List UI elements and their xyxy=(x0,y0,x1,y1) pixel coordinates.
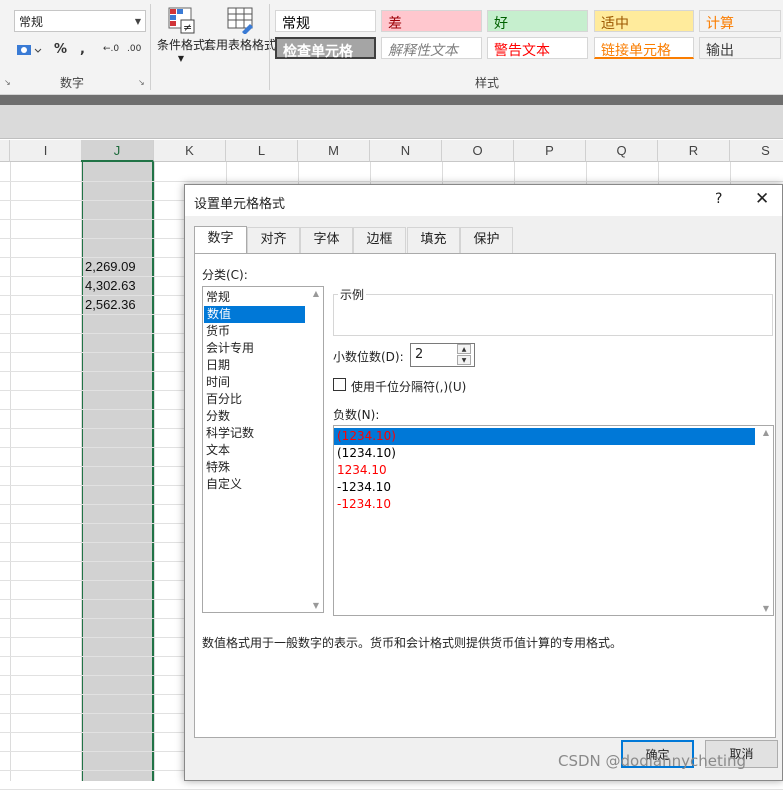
formula-bar-area xyxy=(0,105,783,139)
close-icon[interactable]: ✕ xyxy=(755,189,769,209)
dialog-titlebar: 设置单元格格式 ? ✕ xyxy=(185,185,782,216)
ribbon: 常规 ▼ % , ←.0 .00 数字 ↘ ↘ ≠ 条件格式 ▼ 套用表格格式 … xyxy=(0,0,783,95)
watermark: CSDN @dodiannycheting xyxy=(558,752,747,770)
category-item[interactable]: 数值 xyxy=(204,306,305,323)
cell-style-5[interactable]: 检查单元格 xyxy=(275,37,376,60)
format-cells-dialog: 设置单元格格式 ? ✕ 数字 对齐 字体 边框 填充 保护 分类(C): ▲ ▼ 常规 数值… xyxy=(184,184,783,781)
dialog-title: 设置单元格格式 xyxy=(194,197,286,212)
number-tab-panel: 分类(C): ▲ ▼ 常规 数值 货币 会计专用 日期 时间 百分比 分数 科学记数 文本 特殊 自定… xyxy=(194,253,776,738)
category-item[interactable]: 自定义 xyxy=(203,476,323,493)
scroll-down-icon[interactable]: ▼ xyxy=(310,601,322,610)
currency-format-button[interactable] xyxy=(16,42,42,62)
column-header-q[interactable]: Q xyxy=(586,140,658,162)
scroll-down-icon[interactable]: ▼ xyxy=(760,604,772,613)
styles-group-label: 样式 xyxy=(475,76,500,90)
category-item[interactable]: 时间 xyxy=(203,374,323,391)
negative-format-item[interactable]: -1234.10 xyxy=(334,496,755,513)
cell-style-1[interactable]: 差 xyxy=(381,10,482,32)
format-description: 数值格式用于一般数字的表示。货币和会计格式则提供货币值计算的专用格式。 xyxy=(202,636,623,650)
table-format-button[interactable]: 套用表格格式 xyxy=(202,6,278,52)
ribbon-bottom-band xyxy=(0,95,783,105)
tab-1[interactable]: 对齐 xyxy=(247,227,300,253)
spin-up-icon[interactable]: ▲ xyxy=(457,344,471,354)
cell-style-0[interactable]: 常规 xyxy=(275,10,376,32)
grid-vline xyxy=(81,162,82,781)
scroll-up-icon[interactable]: ▲ xyxy=(760,428,772,437)
comma-button[interactable]: , xyxy=(80,42,85,57)
thousands-separator-label: 使用千位分隔符(,)(U) xyxy=(351,380,467,394)
chevron-down-icon: ▼ xyxy=(134,17,141,26)
thousands-separator-checkbox[interactable] xyxy=(333,378,346,391)
cell-style-9[interactable]: 输出 xyxy=(699,37,781,59)
tab-5[interactable]: 保护 xyxy=(460,227,513,253)
category-item[interactable]: 日期 xyxy=(203,357,323,374)
column-header-m[interactable]: M xyxy=(298,140,370,162)
category-item[interactable]: 货币 xyxy=(203,323,323,340)
currency-icon xyxy=(17,45,42,55)
tab-0[interactable]: 数字 xyxy=(194,226,247,254)
category-item[interactable]: 科学记数 xyxy=(203,425,323,442)
negative-format-item[interactable]: (1234.10) xyxy=(334,445,755,462)
chevron-down-icon: ▼ xyxy=(177,54,185,63)
increase-decimal-button[interactable]: ←.0 xyxy=(103,44,119,54)
column-header-j[interactable]: J xyxy=(81,140,154,162)
help-icon[interactable]: ? xyxy=(715,191,722,207)
column-header-i[interactable]: I xyxy=(10,140,82,162)
grid-vline xyxy=(10,162,11,781)
negative-format-item[interactable]: 1234.10 xyxy=(334,462,755,479)
category-item[interactable]: 会计专用 xyxy=(203,340,323,357)
number-group-label: 数字 xyxy=(60,76,85,90)
cell-value[interactable]: 4,302.63 xyxy=(85,278,136,293)
grid-vline xyxy=(154,162,155,781)
column-header-r[interactable]: R xyxy=(658,140,730,162)
scroll-up-icon[interactable]: ▲ xyxy=(310,289,322,298)
column-header-n[interactable]: N xyxy=(370,140,442,162)
cell-style-6[interactable]: 解释性文本 xyxy=(381,37,482,59)
cell-value[interactable]: 2,562.36 xyxy=(85,297,136,312)
column-header-k[interactable]: K xyxy=(154,140,226,162)
negative-numbers-list[interactable]: ▲ ▼ (1234.10) (1234.10) 1234.10 -1234.10 -12… xyxy=(333,425,774,616)
sample-label: 示例 xyxy=(338,286,367,303)
ribbon-divider xyxy=(269,4,270,90)
category-item[interactable]: 特殊 xyxy=(203,459,323,476)
category-list[interactable]: ▲ ▼ 常规 数值 货币 会计专用 日期 时间 百分比 分数 科学记数 文本 特殊 自定义 xyxy=(202,286,324,613)
number-dialog-launcher-icon[interactable]: ↘ xyxy=(138,78,145,87)
column-header-p[interactable]: P xyxy=(514,140,586,162)
tab-2[interactable]: 字体 xyxy=(300,227,353,253)
negative-format-item[interactable]: (1234.10) xyxy=(334,428,755,445)
row-header-corner xyxy=(0,140,10,162)
tab-3[interactable]: 边框 xyxy=(353,227,406,253)
decimal-places-label: 小数位数(D): xyxy=(333,350,404,364)
grid-hline xyxy=(0,181,783,182)
svg-text:≠: ≠ xyxy=(183,21,192,34)
table-format-icon xyxy=(226,6,254,35)
category-item[interactable]: 百分比 xyxy=(203,391,323,408)
negative-format-item[interactable]: -1234.10 xyxy=(334,479,755,496)
spin-down-icon[interactable]: ▼ xyxy=(457,355,471,365)
category-label: 分类(C): xyxy=(202,268,248,282)
sample-box: 示例 xyxy=(333,286,773,336)
category-item[interactable]: 分数 xyxy=(203,408,323,425)
cell-style-7[interactable]: 警告文本 xyxy=(487,37,588,59)
number-format-value: 常规 xyxy=(19,15,44,29)
column-header-s[interactable]: S xyxy=(730,140,783,162)
category-item[interactable]: 常规 xyxy=(203,289,323,306)
table-format-label: 套用表格格式 xyxy=(203,38,276,52)
number-format-select[interactable]: 常规 ▼ xyxy=(14,10,146,32)
cell-style-8[interactable]: 链接单元格 xyxy=(594,37,694,59)
column-header-l[interactable]: L xyxy=(226,140,298,162)
column-header-o[interactable]: O xyxy=(442,140,514,162)
dialog-launcher-icon[interactable]: ↘ xyxy=(4,78,11,87)
decrease-decimal-button[interactable]: .00 xyxy=(127,44,141,54)
cell-value[interactable]: 2,269.09 xyxy=(85,259,136,274)
percent-button[interactable]: % xyxy=(54,42,67,57)
category-item[interactable]: 文本 xyxy=(203,442,323,459)
selected-column-j[interactable] xyxy=(81,162,154,781)
conditional-format-icon: ≠ xyxy=(167,6,195,34)
cell-style-3[interactable]: 适中 xyxy=(594,10,694,32)
tab-4[interactable]: 填充 xyxy=(407,227,460,253)
cell-style-2[interactable]: 好 xyxy=(487,10,588,32)
negative-numbers-label: 负数(N): xyxy=(333,408,380,422)
cell-style-4[interactable]: 计算 xyxy=(699,10,781,32)
